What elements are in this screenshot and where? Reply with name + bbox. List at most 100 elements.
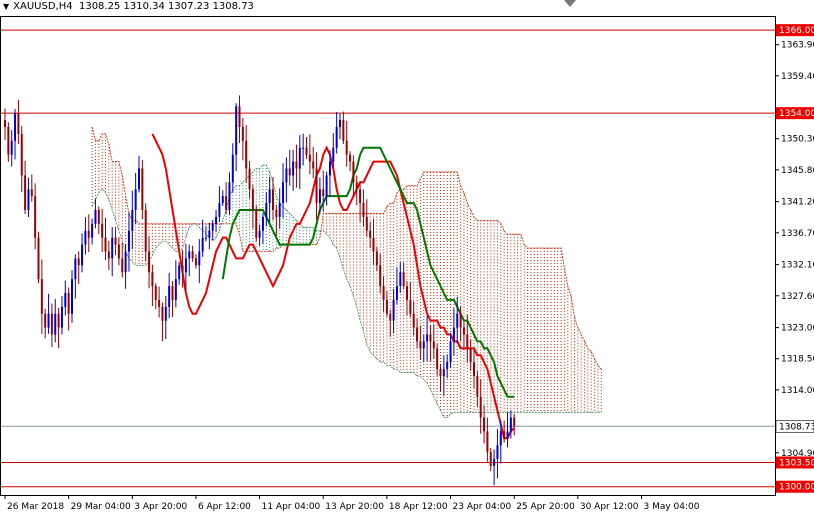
candle-body — [489, 452, 492, 466]
price-tick-label: 1323.00 — [781, 324, 814, 334]
candle-body — [493, 459, 496, 466]
candle-body — [305, 147, 308, 155]
candle-body — [211, 223, 214, 231]
candle-body — [419, 341, 422, 349]
candle-body — [171, 286, 174, 300]
candle-body — [449, 341, 452, 363]
candle-body — [469, 348, 472, 363]
bid-label: 1308.73 — [779, 422, 814, 432]
candle-body — [198, 251, 201, 266]
candle-body — [402, 272, 405, 287]
candle-body — [509, 417, 512, 432]
candle-body — [30, 189, 33, 197]
price-tick-label: 1345.80 — [781, 166, 814, 176]
candle-body — [439, 369, 442, 377]
candle-body — [459, 313, 462, 328]
candle-body — [97, 209, 100, 224]
candle-body — [60, 306, 63, 328]
candle-body — [248, 168, 251, 190]
candle-body — [278, 203, 281, 217]
candle-body — [268, 189, 271, 204]
candle-body — [345, 140, 348, 155]
time-tick-label: 3 May 04:00 — [644, 502, 700, 512]
candle-body — [87, 230, 90, 238]
candle-body — [409, 299, 412, 314]
candle-body — [71, 279, 73, 314]
candle-body — [328, 161, 331, 176]
candle-body — [406, 286, 408, 300]
candle-body — [506, 431, 509, 439]
candle-body — [205, 237, 207, 239]
candle-body — [215, 216, 218, 224]
candle-body — [258, 230, 261, 238]
candle-body — [10, 140, 13, 155]
candle-body — [466, 334, 469, 349]
candle-body — [164, 306, 167, 321]
candle-body — [292, 161, 295, 176]
candle-body — [513, 417, 516, 427]
candle-body — [77, 258, 80, 266]
candle-body — [201, 237, 204, 252]
candle-body — [359, 189, 362, 204]
candles — [4, 95, 516, 486]
time-tick-label: 25 Apr 20:00 — [516, 502, 575, 512]
candle-body — [456, 313, 459, 328]
candle-body — [194, 258, 197, 266]
price-tick-label: 1336.70 — [781, 229, 814, 239]
price-chart[interactable]: 1363.90 1359.40 1350.30 1345.80 1341.20 1336.… — [0, 0, 814, 514]
candle-body — [124, 251, 127, 273]
tenkan-sen-line — [151, 133, 515, 440]
time-tick-label: 29 Mar 04:00 — [71, 502, 131, 512]
candle-body — [117, 244, 120, 259]
candle-body — [241, 126, 244, 141]
candle-body — [27, 189, 30, 210]
price-axis: 1363.90 1359.40 1350.30 1345.80 1341.20 1336.… — [775, 24, 814, 493]
candle-body — [151, 272, 154, 287]
candle-body — [312, 161, 315, 169]
candle-body — [332, 147, 335, 162]
candle-body — [4, 120, 6, 127]
candle-body — [238, 106, 241, 127]
candle-body — [158, 299, 161, 307]
time-tick-label: 3 Apr 20:00 — [134, 502, 187, 512]
candle-body — [34, 196, 37, 238]
candle-body — [375, 251, 378, 266]
candle-body — [81, 244, 84, 266]
level-label: 1354.00 — [779, 109, 814, 119]
price-tick-label: 1314.00 — [781, 386, 814, 396]
candle-body — [251, 189, 254, 210]
candle-body — [245, 140, 248, 169]
candle-body — [121, 258, 124, 273]
candle-body — [221, 196, 224, 204]
ichimoku-lines — [151, 133, 515, 440]
candle-body — [275, 209, 278, 217]
candle-body — [114, 237, 117, 245]
candle-body — [44, 313, 47, 328]
candle-body — [499, 431, 502, 446]
candle-body — [40, 279, 43, 314]
candle-body — [101, 223, 104, 238]
candle-body — [429, 334, 432, 342]
candle-body — [64, 293, 67, 307]
candle-body — [365, 216, 368, 231]
candle-body — [436, 348, 439, 370]
ichimoku-cloud — [91, 126, 602, 418]
candle-body — [322, 189, 325, 197]
time-tick-label: 6 Apr 12:00 — [198, 502, 251, 512]
time-tick-label: 30 Apr 12:00 — [580, 502, 639, 512]
candle-body — [174, 279, 177, 300]
candle-body — [446, 362, 449, 370]
candle-body — [184, 258, 187, 273]
candle-body — [74, 258, 77, 280]
time-tick-label: 26 Mar 2018 — [7, 502, 64, 512]
candle-body — [473, 362, 475, 377]
price-tick-label: 1327.60 — [781, 292, 814, 302]
candle-body — [479, 396, 482, 418]
candle-body — [395, 286, 398, 300]
candle-body — [399, 272, 402, 287]
candle-body — [67, 293, 70, 314]
price-tick-label: 1341.20 — [781, 198, 814, 208]
candle-body — [339, 120, 341, 127]
price-tick-label: 1359.40 — [781, 72, 814, 82]
candle-body — [302, 147, 305, 149]
